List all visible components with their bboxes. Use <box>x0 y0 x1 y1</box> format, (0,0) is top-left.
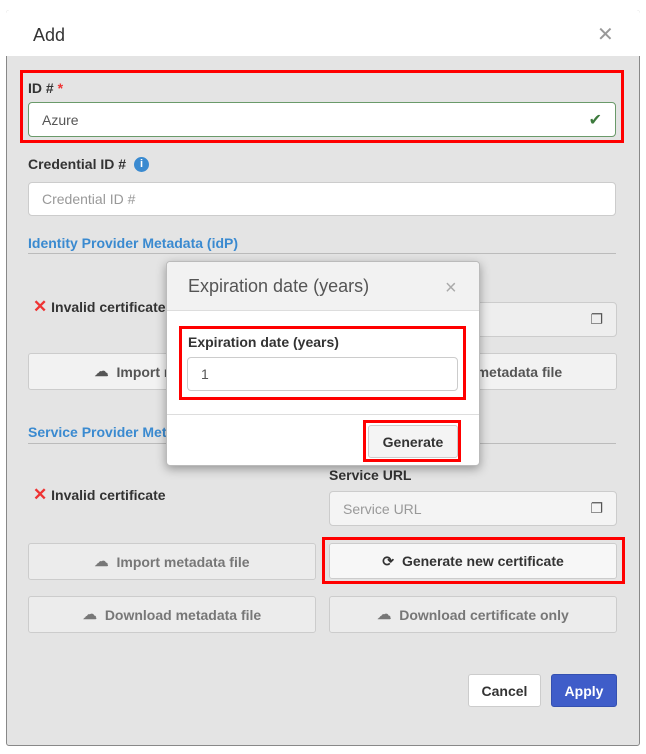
check-icon: ✔ <box>588 111 602 129</box>
divider <box>28 253 616 254</box>
modal-header: Expiration date (years) × <box>167 262 479 311</box>
apply-button[interactable]: Apply <box>551 674 617 707</box>
id-label: ID # * <box>28 80 64 96</box>
x-icon: ✕ <box>33 485 48 504</box>
credential-input[interactable]: Credential ID # <box>28 182 616 216</box>
service-url-label: Service URL <box>329 467 412 483</box>
cloud-upload-icon: ☁ <box>94 553 109 569</box>
cloud-download-icon: ☁ <box>82 606 97 622</box>
idp-status: ✕ Invalid certificate <box>33 297 166 316</box>
sp-import-button[interactable]: ☁ Import metadata file <box>28 543 316 580</box>
cloud-download-icon: ☁ <box>377 606 392 622</box>
x-icon: ✕ <box>33 297 48 316</box>
download-certificate-button[interactable]: ☁ Download certificate only <box>329 596 617 633</box>
close-icon[interactable]: ✕ <box>597 22 614 47</box>
expiration-label: Expiration date (years) <box>188 334 339 350</box>
dialog-title: Add <box>33 25 66 45</box>
generate-certificate-button[interactable]: ⟳ Generate new certificate <box>329 543 617 579</box>
sp-status: ✕ Invalid certificate <box>33 485 166 504</box>
modal-title: Expiration date (years) <box>188 276 370 296</box>
copy-icon[interactable]: ❐ <box>590 311 603 328</box>
cancel-button[interactable]: Cancel <box>468 674 541 707</box>
refresh-icon: ⟳ <box>382 552 394 569</box>
cloud-upload-icon: ☁ <box>94 363 109 379</box>
modal-generate-button[interactable]: Generate <box>368 425 458 458</box>
id-input[interactable]: Azure ✔ <box>28 102 616 137</box>
info-icon[interactable]: i <box>134 156 150 172</box>
service-url-input[interactable]: Service URL ❐ <box>329 491 617 526</box>
idp-section-title: Identity Provider Metadata (idP) <box>28 235 239 251</box>
sp-download-metadata-button[interactable]: ☁ Download metadata file <box>28 596 316 633</box>
copy-icon[interactable]: ❐ <box>590 500 603 517</box>
divider <box>167 414 479 415</box>
credential-label: Credential ID # i <box>28 156 150 172</box>
expiration-input[interactable]: 1 <box>187 357 458 391</box>
dialog-header <box>6 10 640 56</box>
modal-close-icon[interactable]: × <box>445 277 457 300</box>
